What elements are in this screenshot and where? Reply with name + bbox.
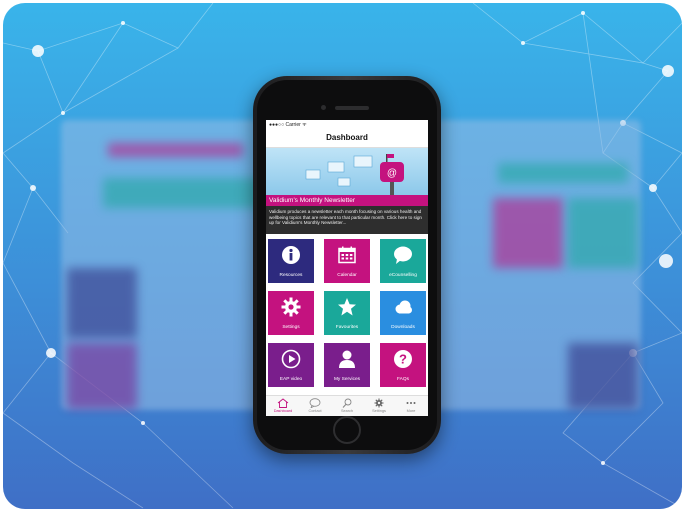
info-icon — [282, 246, 300, 264]
app-screen: ●●●○○ Carrier ᯤ Dashboard @ Validium's M… — [266, 120, 428, 416]
ghost-tile — [568, 343, 638, 409]
tab-label: Contact — [308, 409, 322, 413]
calendar-icon — [338, 246, 356, 264]
tab-more[interactable]: More — [397, 398, 425, 413]
ghost-tile — [67, 268, 137, 338]
home-icon — [277, 398, 289, 408]
at-sign-icon: @ — [387, 168, 397, 179]
speech-bubble-icon — [309, 398, 321, 408]
chat-bubble-icon — [394, 246, 412, 264]
envelope-icon — [337, 177, 351, 187]
tile-label: Calendar — [337, 273, 357, 278]
speaker-grill — [335, 106, 369, 110]
gear-icon — [281, 297, 301, 317]
tile-resources[interactable]: Resources — [268, 239, 314, 283]
tile-downloads[interactable]: Downloads — [380, 291, 426, 335]
tab-label: Search — [340, 409, 354, 413]
svg-text:?: ? — [399, 352, 407, 367]
more-icon — [406, 402, 416, 404]
envelope-icon — [327, 161, 345, 173]
tile-my-services[interactable]: My Services — [324, 343, 370, 387]
tile-label: My Services — [333, 377, 361, 382]
newsletter-description[interactable]: Validium produces a newsletter each mont… — [266, 206, 428, 234]
tile-label: Settings — [282, 325, 300, 330]
ghost-bar — [103, 178, 263, 208]
tile-settings[interactable]: Settings — [268, 291, 314, 335]
tile-eap-video[interactable]: EAP video — [268, 343, 314, 387]
tab-label: Dashboard — [273, 409, 293, 413]
newsletter-title[interactable]: Validium's Monthly Newsletter — [266, 195, 428, 206]
ghost-tile — [67, 343, 137, 409]
gear-icon — [374, 398, 384, 408]
status-bar: ●●●○○ Carrier ᯤ — [269, 122, 307, 128]
tab-search[interactable]: Search — [333, 398, 361, 413]
tile-ecounselling[interactable]: eCounselling — [380, 239, 426, 283]
newsletter-illustration: @ — [305, 154, 404, 195]
tile-label: Downloads — [391, 325, 415, 330]
tab-contact[interactable]: Contact — [301, 398, 329, 413]
mailbox-post — [390, 182, 394, 195]
tile-label: eCounselling — [389, 273, 417, 278]
search-icon — [342, 398, 352, 408]
mailbox-flag — [387, 154, 394, 158]
ghost-bar — [498, 163, 628, 183]
ghost-tile — [493, 198, 563, 268]
tile-calendar[interactable]: Calendar — [324, 239, 370, 283]
tab-dashboard[interactable]: Dashboard — [269, 398, 297, 413]
tile-label: EAP video — [279, 377, 303, 382]
person-icon — [339, 350, 355, 368]
ghost-tile — [568, 198, 638, 268]
phone-mockup: ●●●○○ Carrier ᯤ Dashboard @ Validium's M… — [253, 76, 441, 454]
ghost-banner — [108, 143, 243, 157]
tile-label: Resources — [279, 273, 303, 278]
camera-dot — [321, 105, 326, 110]
play-icon — [281, 349, 301, 369]
tab-label: Settings — [372, 409, 386, 413]
cloud-icon — [395, 300, 412, 314]
newsletter-banner[interactable]: @ — [266, 148, 428, 195]
tile-label: FAQs — [397, 377, 409, 382]
question-icon: ? — [394, 350, 412, 368]
tile-favourites[interactable]: Favourites — [324, 291, 370, 335]
tile-label: Favourites — [335, 325, 359, 330]
tab-bar: Dashboard Contact Search Settings More — [266, 395, 428, 416]
page-title: Dashboard — [266, 129, 428, 148]
tile-faqs[interactable]: ? FAQs — [380, 343, 426, 387]
star-icon — [338, 298, 356, 316]
tab-settings[interactable]: Settings — [365, 398, 393, 413]
home-button[interactable] — [333, 416, 361, 444]
envelope-icon — [305, 169, 321, 180]
tab-label: More — [406, 409, 416, 413]
envelope-icon — [353, 155, 373, 168]
